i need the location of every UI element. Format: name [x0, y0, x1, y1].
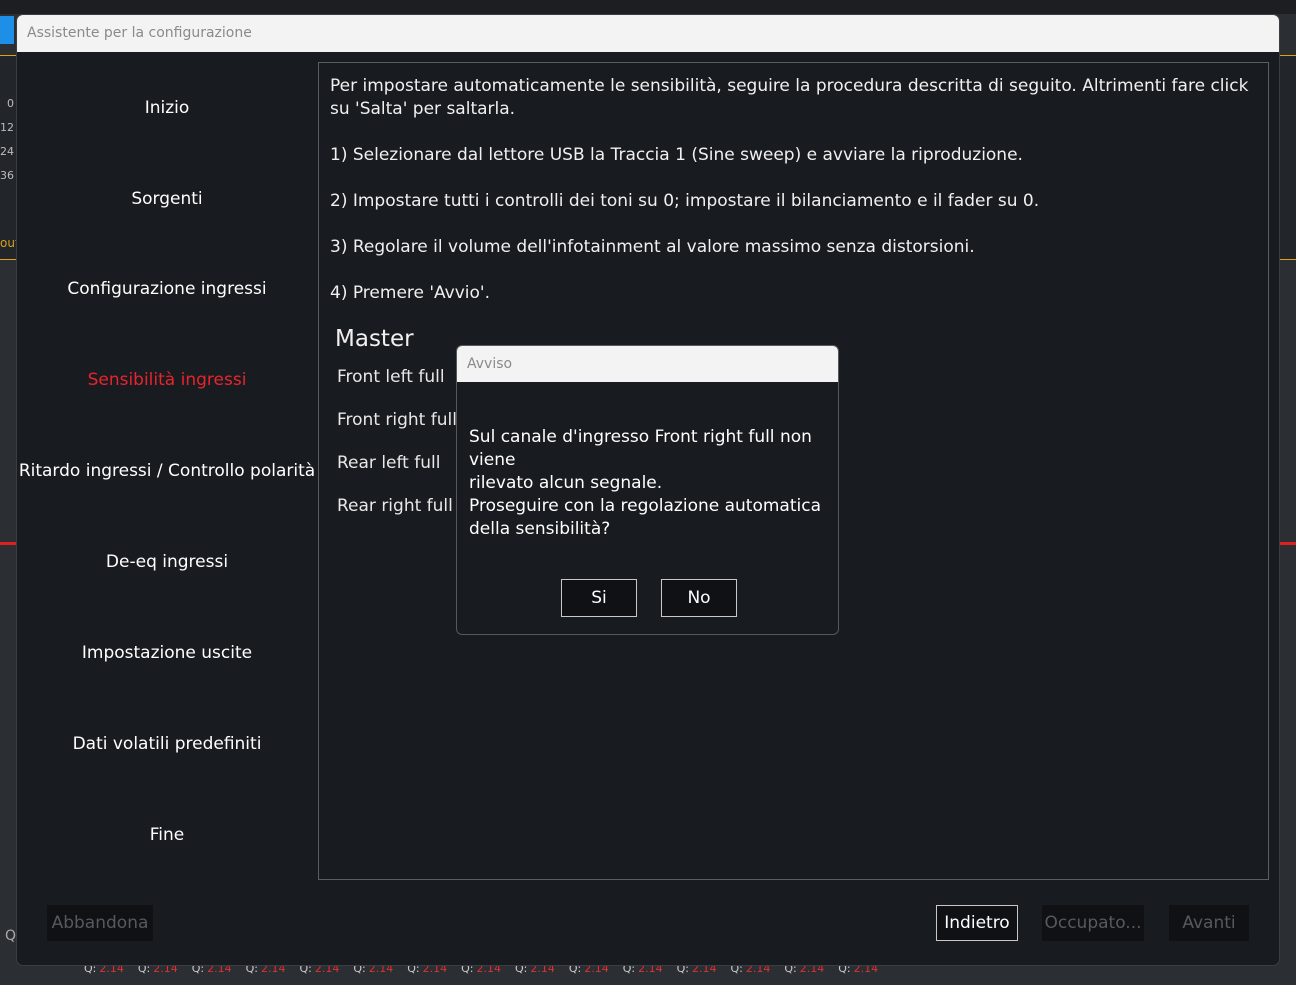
instruction-intro: Per impostare automaticamente le sensibi…: [330, 76, 1249, 119]
channel-rear-right: Rear right full: [337, 496, 453, 516]
channel-front-right: Front right full: [337, 410, 457, 430]
master-section-title: Master: [335, 326, 414, 352]
nav-step-inizio[interactable]: Inizio: [17, 98, 317, 118]
wizard-step-nav: Inizio Sorgenti Configurazione ingressi …: [17, 52, 317, 892]
instruction-step-4: 4) Premere 'Avvio'.: [330, 283, 491, 303]
nav-step-impostazione-uscite[interactable]: Impostazione uscite: [17, 643, 317, 663]
no-button[interactable]: No: [661, 579, 737, 617]
instruction-step-2: 2) Impostare tutti i controlli dei toni …: [330, 191, 1040, 211]
nav-step-de-eq-ingressi[interactable]: De-eq ingressi: [17, 552, 317, 572]
channel-front-left: Front left full: [337, 367, 445, 387]
nav-step-fine[interactable]: Fine: [17, 825, 317, 845]
background-red-line-right: [1279, 542, 1296, 545]
tick-label: 12: [0, 121, 14, 134]
tick-label: 0: [7, 97, 14, 110]
wizard-title: Assistente per la configurazione: [17, 15, 1279, 52]
channel-rear-left: Rear left full: [337, 453, 441, 473]
tick-label: 36: [0, 169, 14, 182]
background-q-label: Q: [5, 928, 17, 944]
yes-button[interactable]: Si: [561, 579, 637, 617]
instructions: Per impostare automaticamente le sensibi…: [330, 75, 1265, 328]
nav-step-sorgenti[interactable]: Sorgenti: [17, 189, 317, 209]
dialog-title: Avviso: [457, 346, 838, 382]
busy-button[interactable]: Occupato...: [1042, 905, 1144, 941]
background-topbar: [0, 0, 1296, 14]
nav-step-ritardo-polarita[interactable]: Ritardo ingressi / Controllo polarità: [17, 461, 317, 481]
dialog-message-line: Sul canale d'ingresso Front right full n…: [469, 427, 812, 470]
nav-step-dati-volatili[interactable]: Dati volatili predefiniti: [17, 734, 317, 754]
tick-label: 24: [0, 145, 14, 158]
abort-button[interactable]: Abbandona: [47, 905, 153, 941]
warning-dialog: Avviso Sul canale d'ingresso Front right…: [456, 345, 839, 635]
instruction-step-1: 1) Selezionare dal lettore USB la Tracci…: [330, 145, 1023, 165]
dialog-message-line: Proseguire con la regolazione automatica: [469, 496, 822, 516]
nav-step-sensibilita-ingressi[interactable]: Sensibilità ingressi: [17, 370, 317, 390]
background-q-strip: Q: 2.14 Q: 2.14 Q: 2.14 Q: 2.14 Q: 2.14 Q: 2.14 Q: 2.…: [70, 962, 970, 982]
back-button[interactable]: Indietro: [936, 905, 1018, 941]
background-ticks: 0 12 24 36: [0, 92, 14, 188]
background-right-panel: [1279, 55, 1296, 260]
background-blue-button: [0, 16, 14, 44]
dialog-message-line: rilevato alcun segnale.: [469, 473, 663, 493]
next-button[interactable]: Avanti: [1169, 905, 1249, 941]
dialog-message: Sul canale d'ingresso Front right full n…: [469, 426, 831, 541]
background-red-line-left: [0, 542, 18, 545]
dialog-message-line: della sensibilità?: [469, 519, 611, 539]
nav-step-configurazione-ingressi[interactable]: Configurazione ingressi: [17, 279, 317, 299]
instruction-step-3: 3) Regolare il volume dell'infotainment …: [330, 237, 975, 257]
